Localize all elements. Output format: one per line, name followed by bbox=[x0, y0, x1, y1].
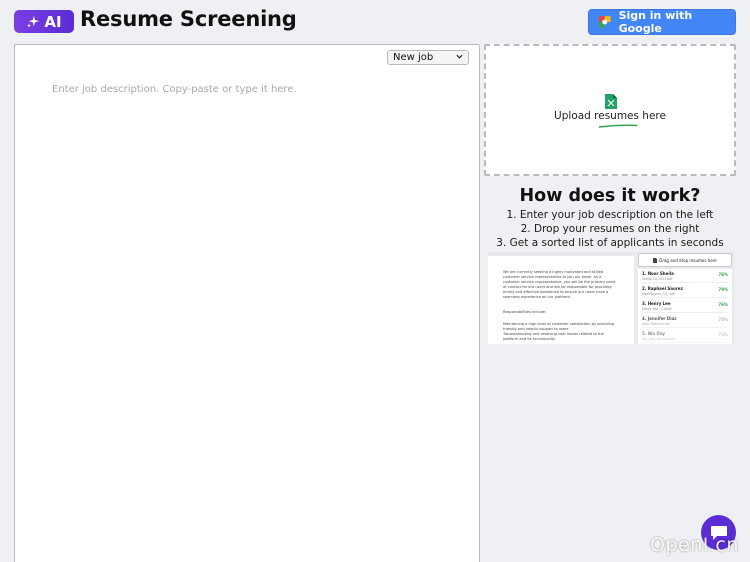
how-step: 3. Get a sorted list of applicants in se… bbox=[496, 237, 724, 249]
doc-line: seamless experience on our platform. bbox=[503, 295, 572, 299]
candidate-row: 3. Henry Lee Henry Lee - CV.pdf 76% bbox=[642, 299, 728, 313]
chevron-down-icon bbox=[456, 54, 463, 59]
job-select-value: New job bbox=[393, 52, 434, 63]
doc-line: Maintaining a high level of customer sat… bbox=[503, 322, 615, 326]
candidate-file: Sheila CV 2023.pdf bbox=[642, 277, 673, 281]
how-title: How does it work? bbox=[519, 186, 701, 206]
candidate-row: 5. Nia Day Nia_Day_resume.pdf 73% bbox=[642, 329, 728, 343]
preview-drop-label: Drag and drop resumes here bbox=[659, 257, 717, 263]
upload-label: Upload resumes here bbox=[554, 110, 666, 122]
job-select[interactable]: New job bbox=[387, 50, 469, 65]
spreadsheet-file-icon bbox=[605, 94, 617, 109]
candidate-file: Jenni Resume.pdf bbox=[642, 322, 670, 326]
doc-line: friendly and helpful support to users bbox=[503, 327, 569, 331]
app-title: Resume Screening bbox=[80, 7, 297, 31]
how-step: 1. Enter your job description on the lef… bbox=[506, 209, 714, 221]
doc-line: platform and its functionality bbox=[503, 337, 556, 341]
candidate-row: 1. Noor Sheila Sheila CV 2023.pdf 76% bbox=[642, 269, 728, 283]
candidate-score: 79% bbox=[718, 287, 728, 292]
doc-line: Troubleshooting and resolving user issue… bbox=[503, 332, 604, 336]
candidate-row: 2. Raphael Saurez RaphSaurez_CV_.pdf 79% bbox=[642, 284, 728, 298]
candidate-file: RaphSaurez_CV_.pdf bbox=[642, 292, 675, 296]
doc-line: We are currently seeking a highly motiva… bbox=[503, 270, 604, 274]
candidate-row: 4. Jennifer Diaz Jenni Resume.pdf 75% bbox=[642, 314, 728, 328]
header: AI Resume Screening Sign in with Google bbox=[0, 0, 750, 44]
candidate-name: 5. Nia Day bbox=[642, 331, 666, 336]
candidate-file: Henry Lee - CV.pdf bbox=[642, 307, 672, 311]
job-description-placeholder: Enter job description. Copy-paste or typ… bbox=[52, 84, 297, 95]
sparkles-icon bbox=[27, 15, 40, 28]
doc-line: timely and effective assistance to ensur… bbox=[503, 290, 609, 294]
preview-candidate-list: 1. Noor Sheila Sheila CV 2023.pdf 76% 2.… bbox=[638, 269, 732, 344]
watermark: OpenI.cn bbox=[650, 534, 739, 556]
underline-stroke bbox=[598, 124, 638, 128]
preview-drop-zone: Drag and drop resumes here bbox=[638, 253, 732, 267]
candidate-score: 76% bbox=[718, 302, 728, 307]
candidate-score: 76% bbox=[718, 272, 728, 277]
resume-upload-dropzone[interactable]: Upload resumes here bbox=[484, 44, 736, 176]
doc-line: Responsibilities include: bbox=[503, 310, 547, 314]
job-description-editor[interactable]: New job Enter job description. Copy-past… bbox=[14, 44, 480, 562]
candidate-name: 1. Noor Sheila bbox=[642, 271, 674, 276]
candidate-name: 4. Jennifer Diaz bbox=[642, 316, 677, 321]
preview-job-document: We are currently seeking a highly motiva… bbox=[488, 256, 634, 344]
google-signin-label: Sign in with Google bbox=[618, 9, 693, 35]
how-step: 2. Drop your resumes on the right bbox=[520, 223, 700, 235]
doc-line: customer service representative to join … bbox=[503, 275, 602, 279]
candidate-name: 3. Henry Lee bbox=[642, 301, 671, 306]
candidate-score: 73% bbox=[718, 332, 728, 337]
candidate-file: Nia_Day_resume.pdf bbox=[642, 337, 675, 341]
candidate-name: 2. Raphael Saurez bbox=[642, 286, 683, 291]
doc-line: customer service representative, you wil… bbox=[503, 280, 616, 284]
demo-preview: We are currently seeking a highly motiva… bbox=[488, 252, 734, 344]
candidate-score: 75% bbox=[718, 317, 728, 322]
logo-badge[interactable]: AI bbox=[14, 10, 74, 33]
google-signin-button[interactable]: Sign in with Google bbox=[588, 9, 736, 35]
file-icon bbox=[653, 257, 658, 263]
google-icon bbox=[599, 16, 611, 28]
logo-text: AI bbox=[44, 12, 62, 31]
doc-line: of contact for our users and will be res… bbox=[503, 285, 612, 289]
how-steps: 1. Enter your job description on the lef… bbox=[484, 208, 736, 250]
